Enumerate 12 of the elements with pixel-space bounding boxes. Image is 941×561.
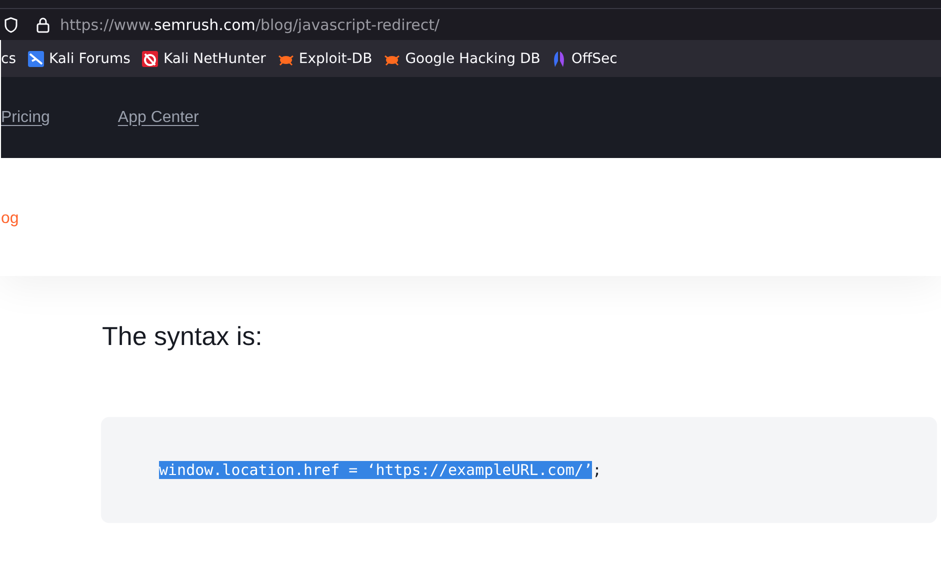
bookmark[interactable]: Kali Forums <box>28 50 130 66</box>
nav-link[interactable]: Pricing <box>1 108 50 126</box>
bookmark[interactable]: Kali NetHunter <box>142 50 266 66</box>
lock-icon[interactable] <box>36 16 50 32</box>
bookmark[interactable]: Exploit-DB <box>278 50 372 66</box>
bookmark[interactable]: OffSec <box>552 50 618 66</box>
bookmark[interactable]: cs <box>1 50 16 66</box>
bookmark[interactable]: Google Hacking DB <box>384 50 540 66</box>
nav-link[interactable]: App Center <box>118 108 199 126</box>
syntax-intro: The syntax is: <box>102 320 264 353</box>
offsec-logo-icon <box>552 50 566 66</box>
shield-icon[interactable] <box>4 16 18 32</box>
